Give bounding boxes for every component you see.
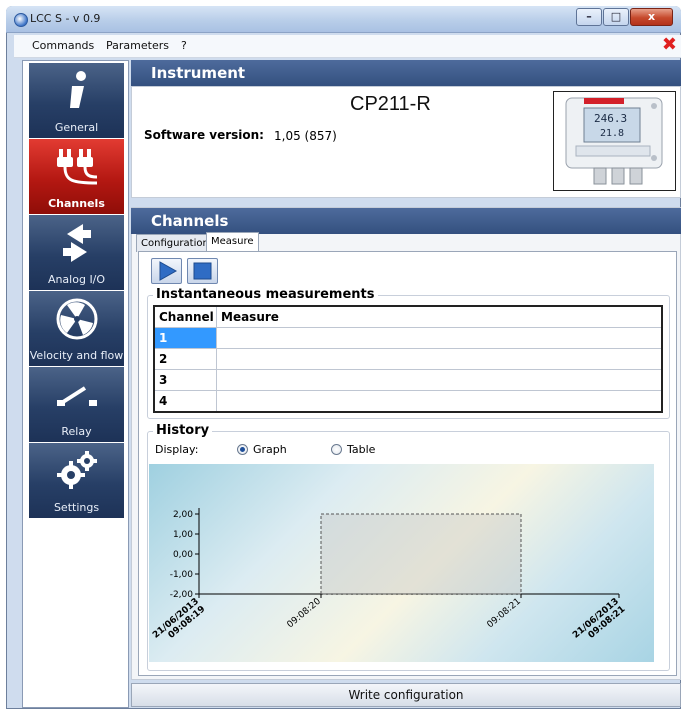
measure-cell [217,349,661,369]
column-header-channel: Channel [155,307,217,327]
column-header-measure: Measure [221,310,279,324]
channel-cell: 1 [155,328,217,348]
table-row[interactable]: 4 [155,390,661,411]
nav-general[interactable]: General [29,63,124,138]
plugs-icon [29,145,124,189]
display-label: Display: [155,443,199,456]
menu-close-icon[interactable]: ✖ [662,36,677,54]
table-row[interactable]: 3 [155,369,661,390]
switch-icon [29,373,124,417]
channel-cell: 3 [155,370,217,390]
graph-radio[interactable] [237,444,248,455]
instrument-panel: CP211-R Software version: 1,05 (857) 246… [131,86,681,198]
info-icon [29,69,124,113]
instantaneous-title: Instantaneous measurements [153,287,378,302]
history-chart-svg: 2,00 1,00 0,00 -1,00 -2,0021/06/201309:08:19… [151,508,627,641]
nav-label-channels: Channels [48,197,105,210]
channels-panel: Channels Configuration Measure Instantan… [131,207,681,680]
x-tick-label: 21/06/201309:08:19 [151,597,207,641]
stop-icon [193,262,212,280]
menu-help[interactable]: ? [181,39,187,52]
menu-bar: Commands Parameters ? ✖ [14,35,681,58]
channel-cell: 2 [155,349,217,369]
write-configuration-button[interactable]: Write configuration [131,683,681,707]
nav-label-velocity-flow: Velocity and flow [29,349,124,362]
nav-relay[interactable]: Relay [29,367,124,442]
software-version-label: Software version: [144,128,264,142]
history-chart[interactable]: 2,00 1,00 0,00 -1,00 -2,00 21/06/2013 09:08:19… [149,464,654,662]
y-tick-label: 2,00 [173,510,193,520]
menu-commands[interactable]: Commands [32,39,94,52]
arrows-icon [29,221,124,265]
channels-header: Channels [131,208,681,234]
nav-label-relay: Relay [61,425,92,438]
app-icon [14,13,28,27]
table-row[interactable]: 1 [155,327,661,348]
measure-tab-panel: Instantaneous measurements Channel Measu… [138,251,677,676]
table-radio-label[interactable]: Table [347,443,375,456]
table-row[interactable]: 2 [155,348,661,369]
x-tick-label: 09:08:20 [286,596,324,630]
y-tick-label: 0,00 [173,550,193,560]
nav-settings[interactable]: Settings [29,443,124,518]
minimize-button[interactable]: – [576,8,602,26]
x-tick-label-line1: 09:08:20 [286,596,324,630]
side-nav: General Channels Analog I/O Velocity and… [22,60,129,708]
stop-button[interactable] [187,258,218,284]
close-button[interactable]: x [630,8,673,26]
plot-region [320,513,522,595]
measure-cell [217,370,661,390]
minimize-icon: – [586,10,592,23]
instrument-header: Instrument [131,60,681,86]
nav-label-analog-io: Analog I/O [47,273,106,286]
history-title: History [153,423,213,438]
window-title: LCC S - v 0.9 [30,12,101,25]
device-image: 246.3 21.8 [553,91,676,191]
device-display-line1: 246.3 [594,112,627,125]
x-tick-label: 21/06/201309:08:21 [571,597,627,641]
table-radio[interactable] [331,444,342,455]
close-icon: x [647,10,656,23]
nav-velocity-flow[interactable]: Velocity and flow [29,291,124,366]
gears-icon [29,449,124,493]
tab-measure[interactable]: Measure [206,232,259,252]
play-button[interactable] [151,258,182,284]
y-tick-label: 1,00 [173,530,193,540]
channel-cell: 4 [155,391,217,411]
play-icon [159,261,178,281]
measure-cell [217,328,661,348]
nav-analog-io[interactable]: Analog I/O [29,215,124,290]
table-header-row: Channel Measure [155,307,661,327]
model-name: CP211-R [350,93,431,115]
measurement-table: Channel Measure 1 2 3 4 [153,305,663,413]
fan-icon [29,297,124,341]
software-version-value: 1,05 (857) [274,129,337,143]
maximize-icon: □ [610,10,622,23]
main-content: Instrument CP211-R Software version: 1,0… [131,60,681,680]
nav-label-general: General [54,121,99,134]
tab-configuration[interactable]: Configuration [136,234,214,252]
x-tick-label-line1: 09:08:21 [486,597,523,631]
nav-label-settings: Settings [53,501,100,514]
y-tick-label: -2,00 [170,590,194,600]
device-display-line2: 21.8 [600,128,624,139]
maximize-button[interactable]: □ [603,8,629,26]
measure-cell [217,391,661,411]
nav-channels[interactable]: Channels [29,139,124,214]
y-tick-label: -1,00 [170,570,194,580]
menu-parameters[interactable]: Parameters [106,39,169,52]
x-tick-label: 09:08:21 [486,597,523,631]
graph-radio-label[interactable]: Graph [253,443,287,456]
title-bar[interactable]: LCC S - v 0.9 – □ x [6,6,681,33]
